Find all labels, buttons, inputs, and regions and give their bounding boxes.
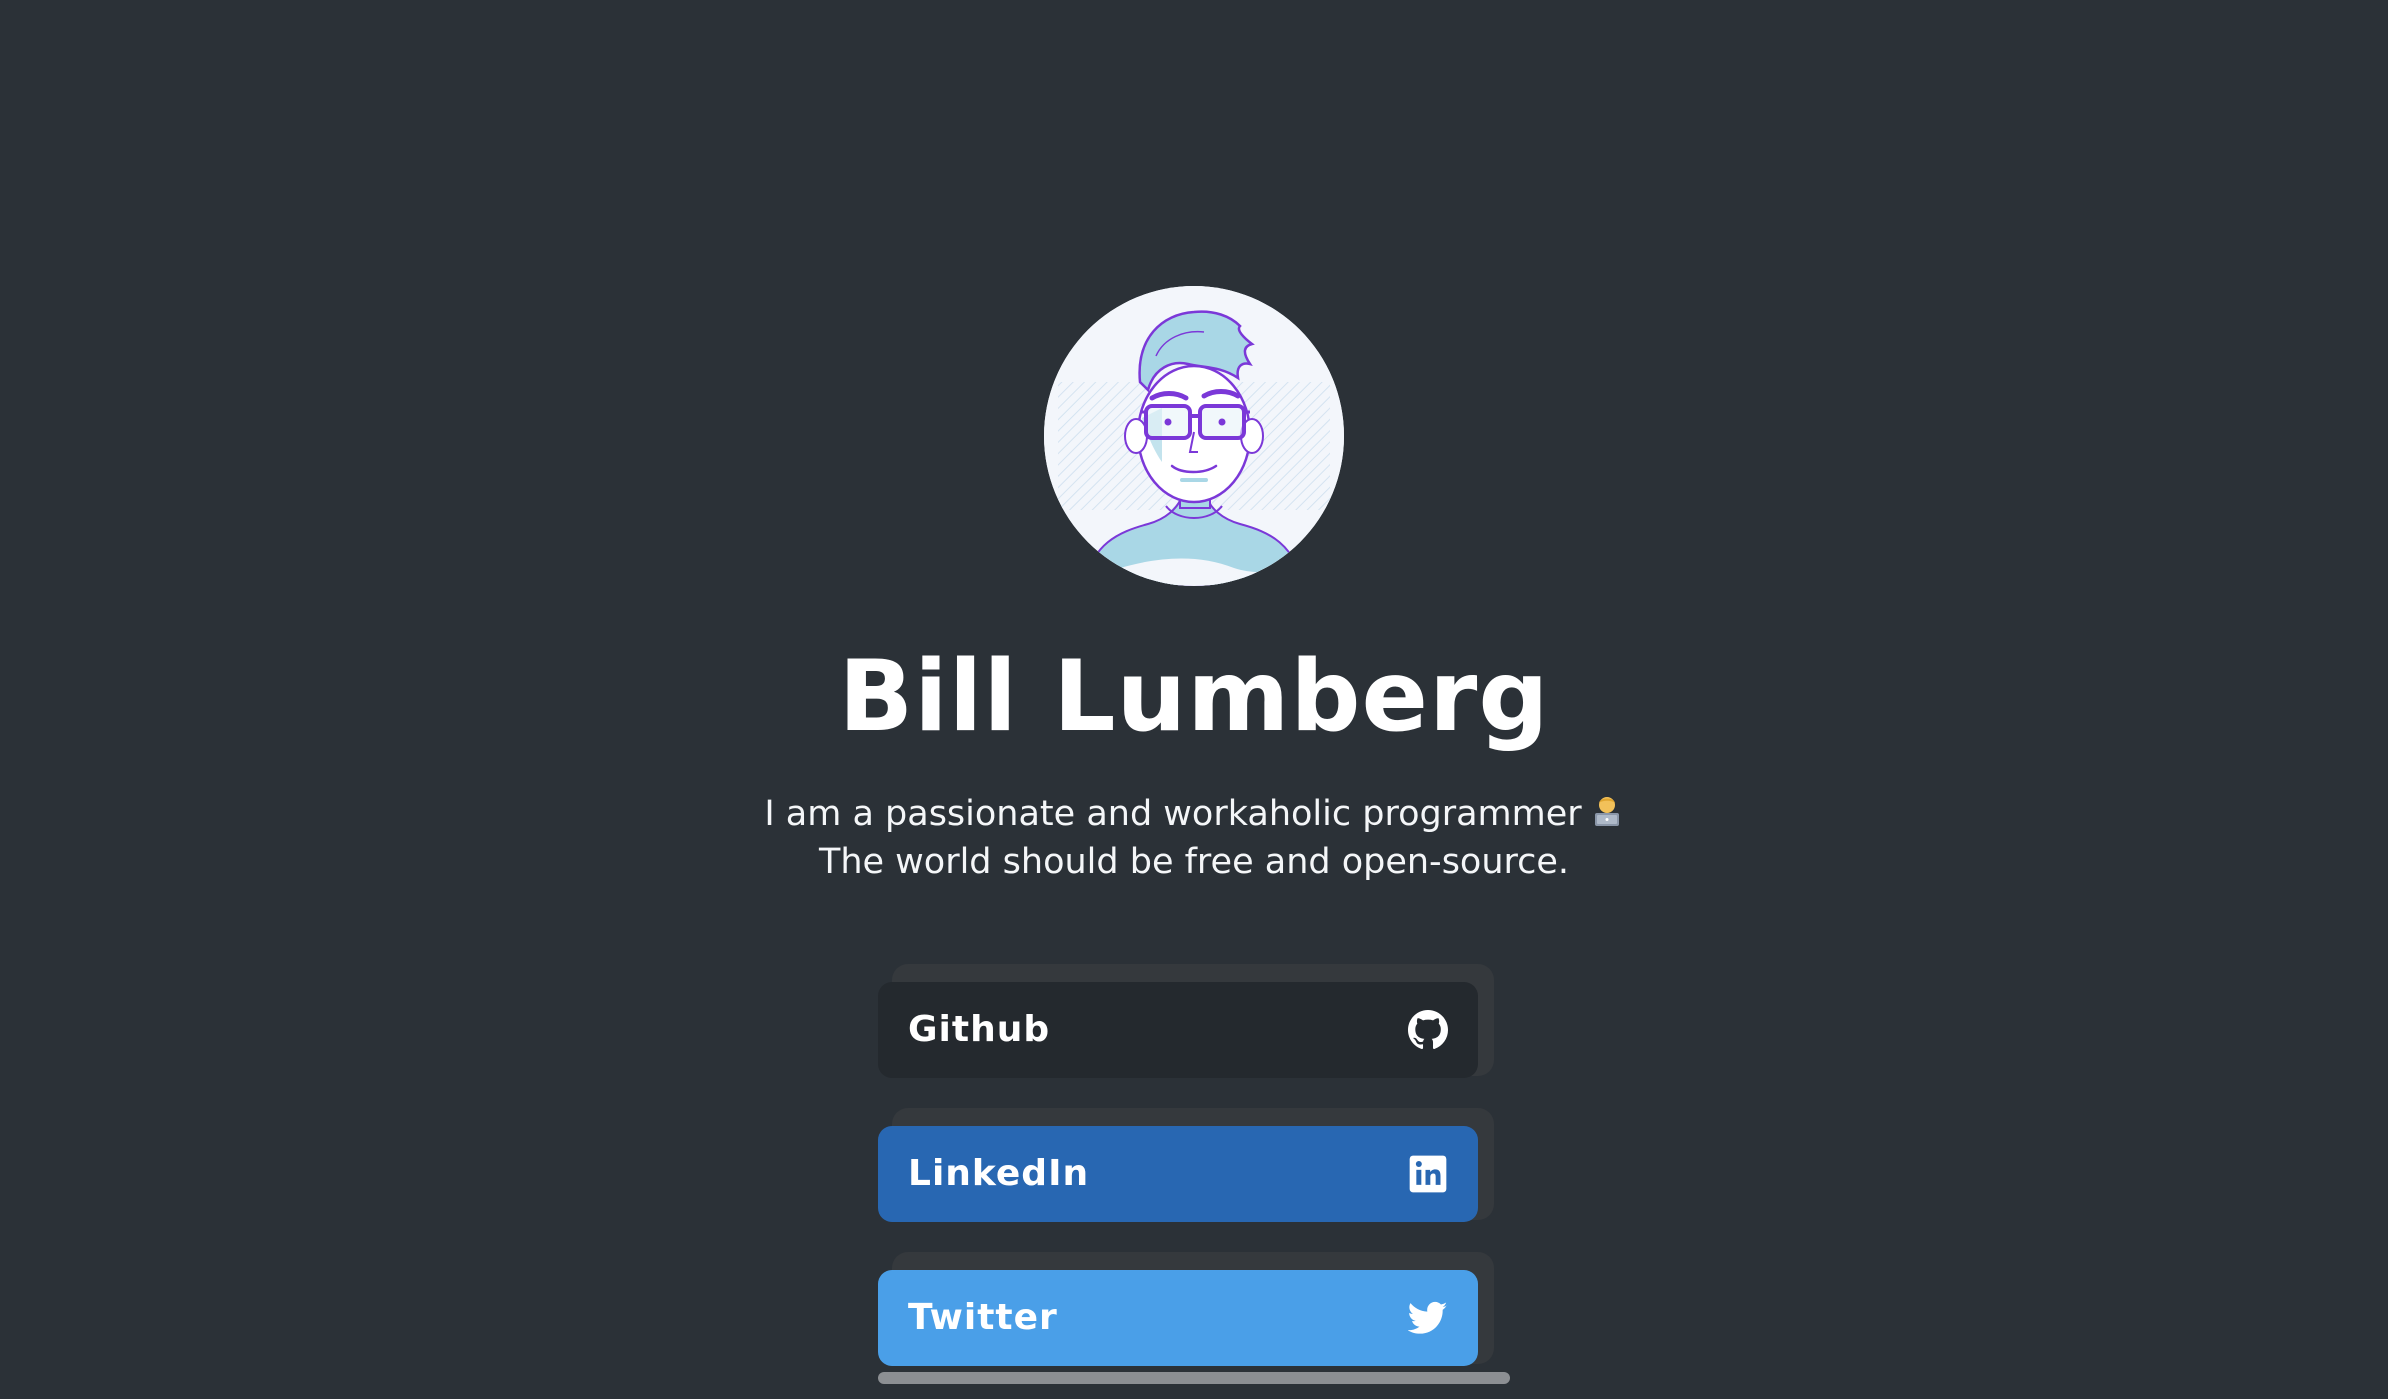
avatar xyxy=(1044,286,1344,586)
github-link-button[interactable]: Github xyxy=(878,982,1478,1078)
technologist-emoji-icon xyxy=(1590,793,1624,827)
bio-line-1: I am a passionate and workaholic program… xyxy=(0,790,2388,838)
github-link-label: Github xyxy=(908,1009,1051,1050)
bio-line-1-text: I am a passionate and workaholic program… xyxy=(764,794,1582,834)
twitter-link-wrapper: Twitter xyxy=(878,1252,1494,1382)
bio-line-2: The world should be free and open-source… xyxy=(818,842,1570,882)
linkedin-icon xyxy=(1408,1154,1448,1194)
linkedin-link-wrapper: LinkedIn xyxy=(878,1108,1494,1238)
avatar-illustration xyxy=(1044,286,1344,586)
github-icon xyxy=(1408,1010,1448,1050)
horizontal-scrollbar[interactable] xyxy=(878,1372,1510,1384)
twitter-icon xyxy=(1408,1298,1448,1338)
profile-name: Bill Lumberg xyxy=(838,640,1550,754)
linkedin-link-button[interactable]: LinkedIn xyxy=(878,1126,1478,1222)
linkedin-link-label: LinkedIn xyxy=(908,1153,1090,1194)
profile-bio: I am a passionate and workaholic program… xyxy=(0,790,2388,886)
twitter-link-button[interactable]: Twitter xyxy=(878,1270,1478,1366)
profile-page: Bill Lumberg I am a passionate and worka… xyxy=(0,0,2388,1399)
github-link-wrapper: Github xyxy=(878,964,1494,1094)
twitter-link-label: Twitter xyxy=(908,1297,1058,1338)
